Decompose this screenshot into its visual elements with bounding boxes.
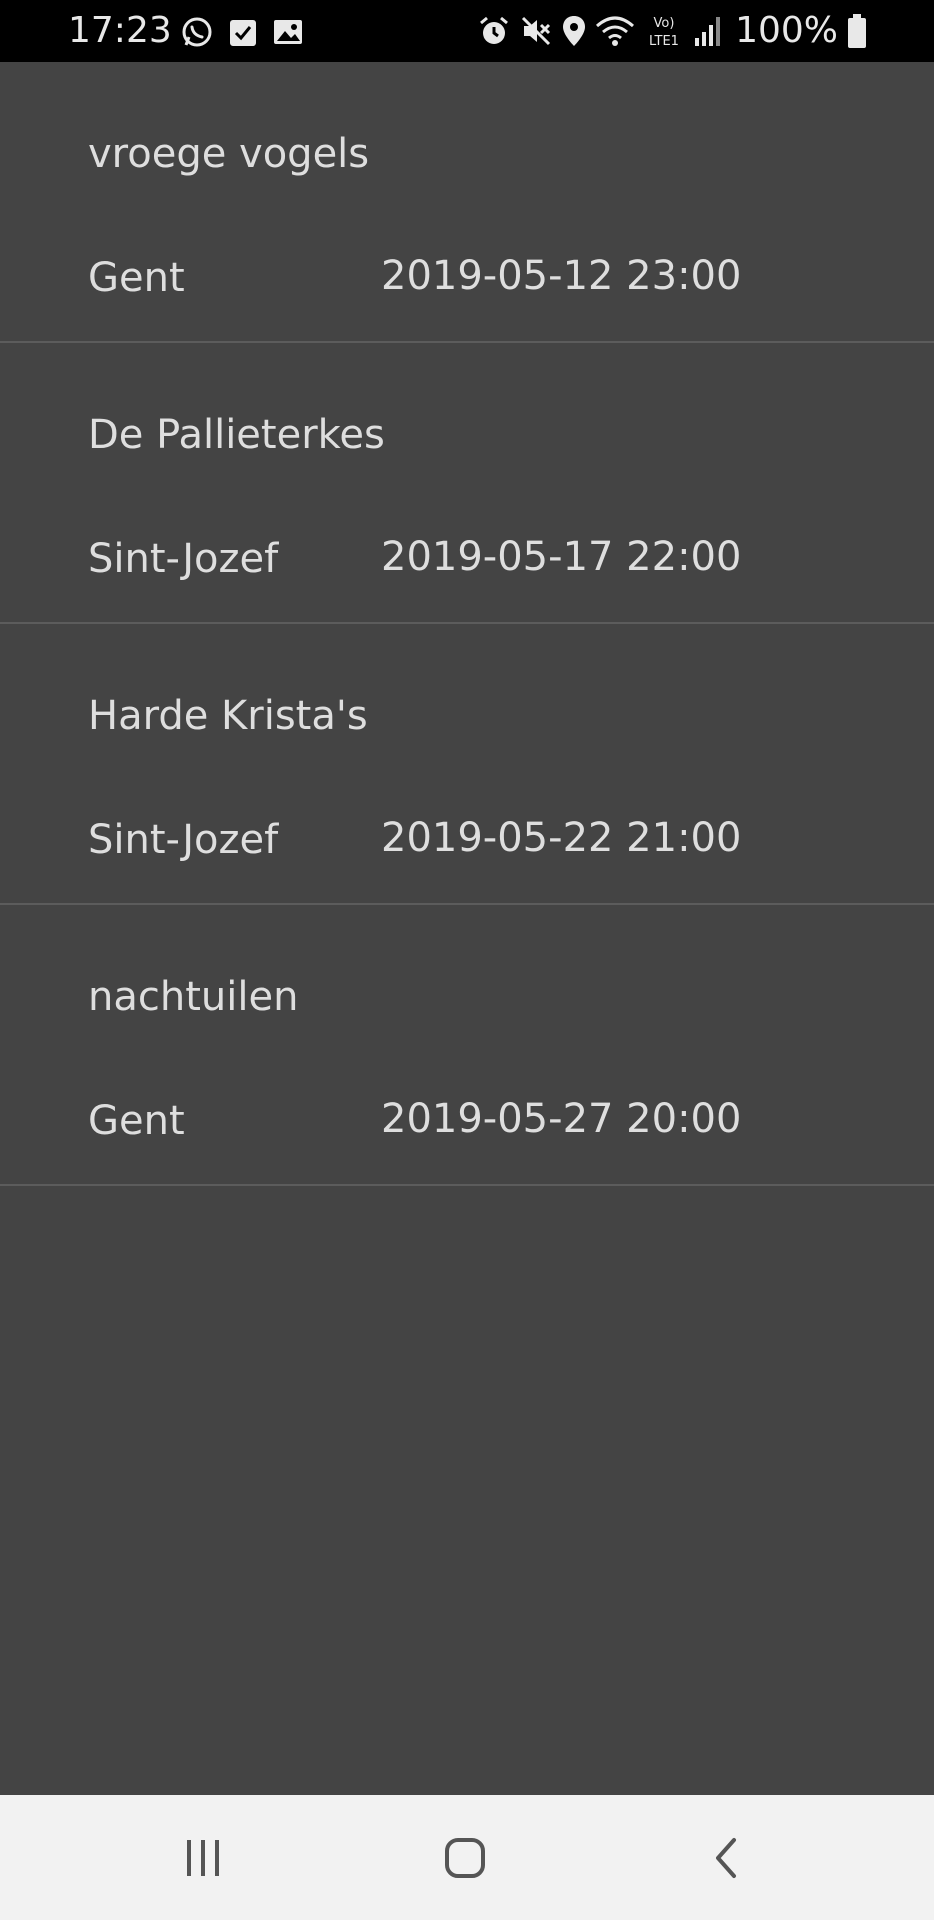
recent-apps-icon [187, 1839, 219, 1876]
event-list: vroege vogels Gent 2019-05-12 23:00 De P… [0, 62, 934, 1186]
status-bar: 17:23 Vo) LTE1 100% [0, 0, 934, 62]
event-datetime: 2019-05-17 22:00 [381, 534, 742, 580]
status-time: 17:23 [68, 10, 172, 51]
event-datetime: 2019-05-27 20:00 [381, 1096, 742, 1142]
battery-icon [848, 14, 866, 48]
event-place: Gent [88, 255, 185, 301]
list-item[interactable]: nachtuilen Gent 2019-05-27 20:00 [0, 905, 934, 1186]
location-icon [563, 16, 586, 46]
recent-apps-button[interactable] [143, 1795, 263, 1920]
list-item[interactable]: vroege vogels Gent 2019-05-12 23:00 [0, 62, 934, 343]
event-datetime: 2019-05-22 21:00 [381, 815, 742, 861]
home-icon [445, 1837, 485, 1878]
mute-icon [522, 16, 551, 46]
volte-icon: Vo) LTE1 [649, 16, 679, 49]
battery-percent: 100% [735, 10, 838, 51]
gallery-icon [274, 20, 302, 44]
status-right-icons: Vo) LTE1 100% [477, 12, 868, 50]
event-datetime: 2019-05-12 23:00 [381, 253, 742, 299]
event-title: Harde Krista's [88, 693, 368, 739]
event-place: Gent [88, 1098, 185, 1144]
event-title: nachtuilen [88, 974, 299, 1020]
back-button[interactable] [666, 1795, 786, 1920]
event-place: Sint-Jozef [88, 817, 279, 863]
wifi-icon [596, 16, 635, 46]
list-item[interactable]: Harde Krista's Sint-Jozef 2019-05-22 21:… [0, 624, 934, 905]
checkbox-icon [230, 20, 256, 46]
event-place: Sint-Jozef [88, 536, 279, 582]
signal-icon [695, 17, 721, 46]
status-left-icons [180, 14, 304, 50]
network-label-top: Vo) [654, 16, 675, 31]
whatsapp-icon [182, 17, 212, 47]
event-title: De Pallieterkes [88, 412, 385, 458]
home-button[interactable] [405, 1795, 525, 1920]
alarm-icon [480, 16, 509, 44]
event-title: vroege vogels [88, 131, 370, 177]
list-item[interactable]: De Pallieterkes Sint-Jozef 2019-05-17 22… [0, 343, 934, 624]
back-icon [716, 1837, 736, 1878]
navigation-bar [0, 1795, 934, 1920]
network-label-bottom: LTE1 [649, 34, 679, 49]
